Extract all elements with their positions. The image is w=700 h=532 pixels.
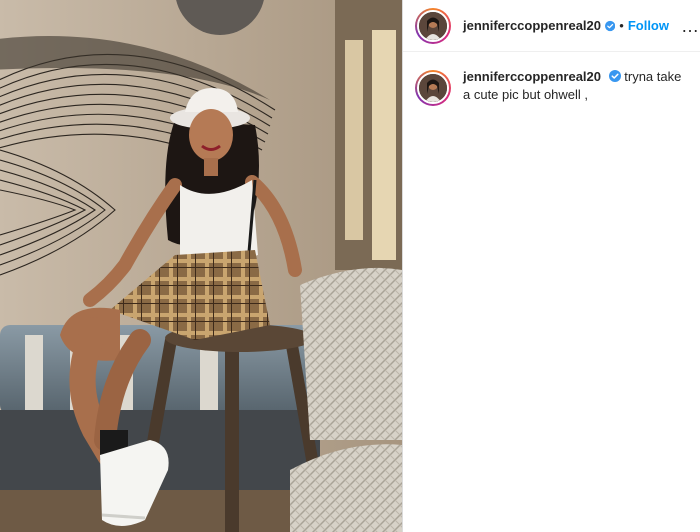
caption-text-block: jenniferccoppenreal20 tryna take a cute … (463, 68, 688, 104)
post-side-panel: jenniferccoppenreal20 • Follow … jennife… (403, 0, 700, 532)
caption-avatar[interactable] (415, 70, 451, 106)
post-image (0, 0, 402, 532)
caption-comment: jenniferccoppenreal20 tryna take a cute … (403, 52, 700, 106)
verified-badge-icon (605, 20, 616, 31)
username-link[interactable]: jenniferccoppenreal20 (463, 18, 601, 33)
verified-badge-icon (608, 70, 621, 82)
post-photo[interactable] (0, 0, 402, 532)
post-header: jenniferccoppenreal20 • Follow … (403, 0, 700, 52)
follow-button[interactable]: Follow (628, 18, 669, 33)
separator-dot: • (619, 18, 624, 33)
more-options-icon[interactable]: … (681, 17, 700, 35)
avatar[interactable] (415, 7, 451, 44)
caption-username-link[interactable]: jenniferccoppenreal20 (463, 69, 601, 84)
